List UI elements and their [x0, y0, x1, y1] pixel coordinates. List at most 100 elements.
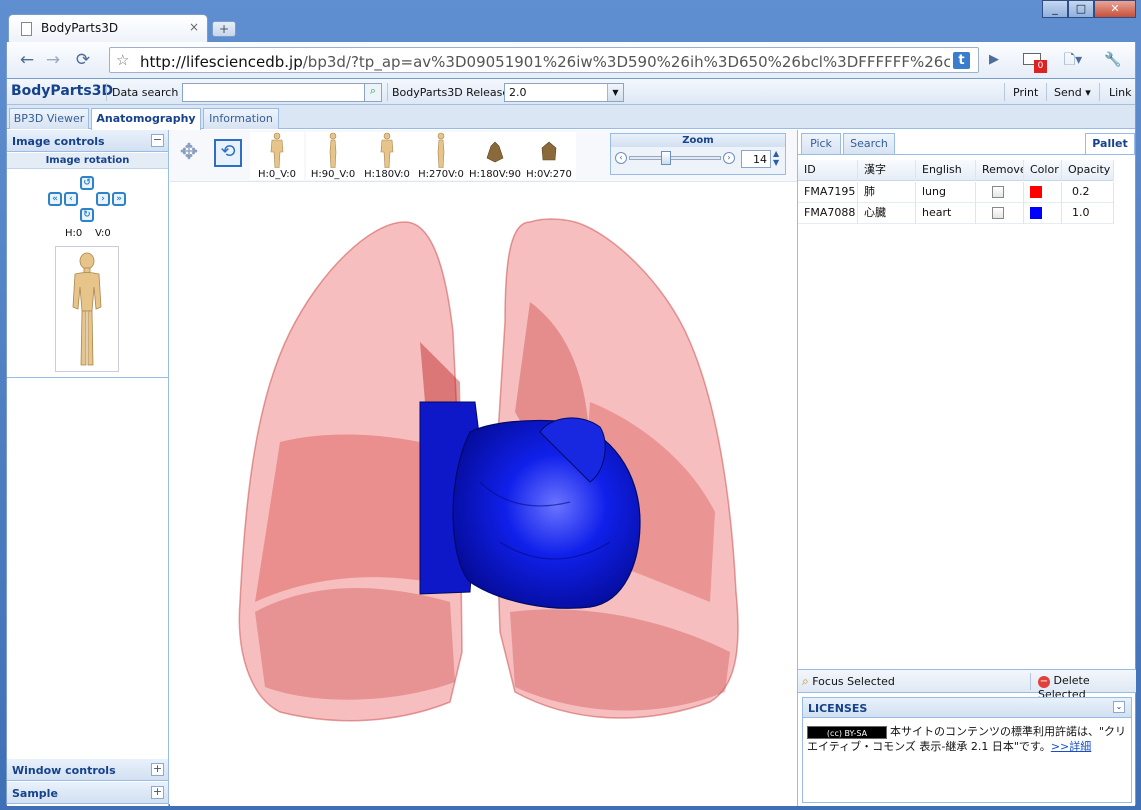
magnifier-icon: ⌕ — [802, 674, 809, 688]
cell-remove — [976, 203, 1024, 224]
address-bar[interactable]: ☆ http://lifesciencedb.jp/bp3d/?tp_ap=av… — [109, 47, 979, 73]
focus-selected-label: Focus Selected — [812, 675, 895, 688]
tab-pallet[interactable]: Pallet — [1085, 133, 1135, 154]
browser-toolbar: ← → ⟳ ☆ http://lifesciencedb.jp/bp3d/?tp… — [6, 42, 1136, 90]
remove-checkbox[interactable] — [992, 186, 1004, 198]
rotate-right-fast-button[interactable]: » — [112, 192, 126, 206]
divider — [106, 83, 107, 101]
browser-tab[interactable]: BodyParts3D × — [8, 14, 208, 42]
tab-search[interactable]: Search — [843, 133, 895, 154]
color-swatch[interactable] — [1030, 207, 1042, 219]
rotate-left-button[interactable]: ‹ — [64, 192, 78, 206]
search-input[interactable] — [182, 83, 368, 102]
wrench-menu-icon[interactable]: 🔧▾ — [1101, 49, 1125, 90]
divider — [7, 377, 168, 378]
license-detail-link[interactable]: >>詳細 — [1051, 740, 1091, 753]
forward-arrow-icon[interactable]: → — [41, 49, 65, 71]
zoom-spinner-icon[interactable]: ▲ ▼ — [773, 149, 779, 167]
grid-header: ID 漢字 English Remove Color Opacity — [798, 160, 1114, 181]
rotate-left-fast-button[interactable]: « — [48, 192, 62, 206]
chevron-double-down-icon[interactable]: ⌄ — [1113, 701, 1125, 713]
collapse-button[interactable]: − — [151, 134, 164, 147]
color-swatch[interactable] — [1030, 186, 1042, 198]
extension-t-icon[interactable]: t — [953, 52, 970, 69]
image-controls-header[interactable]: Image controls − — [7, 130, 168, 152]
view-right-thumb[interactable]: H:90_V:0 — [306, 132, 360, 180]
new-tab-button[interactable]: + — [212, 21, 236, 37]
tab-information[interactable]: Information — [203, 108, 279, 129]
back-arrow-icon[interactable]: ← — [15, 49, 39, 71]
move-arrows-icon[interactable]: ✥ — [176, 140, 202, 166]
view-top-thumb[interactable]: H:180V:90 — [468, 132, 522, 180]
reload-icon[interactable]: ⟳ — [71, 49, 95, 71]
left-panel: Image controls − Image rotation ↺ « ‹ › … — [7, 130, 169, 806]
license-text-block: (cc) BY-SA 本サイトのコンテンツの標準利用許諾は、"クリエイティブ・コモ… — [807, 724, 1129, 754]
col-color[interactable]: Color — [1024, 160, 1062, 181]
rotate-mode-icon[interactable]: ⟲ — [214, 139, 242, 167]
zoom-in-button[interactable]: › — [723, 152, 735, 164]
cc-license-badge[interactable]: (cc) BY-SA — [807, 725, 887, 739]
col-opacity[interactable]: Opacity — [1062, 160, 1114, 181]
view-bottom-thumb[interactable]: H:0V:270 — [522, 132, 576, 180]
search-label: Data search : — [112, 86, 186, 99]
rotate-right-button[interactable]: › — [96, 192, 110, 206]
zoom-value-field[interactable]: 14 — [741, 150, 771, 168]
focus-selected-button[interactable]: ⌕ Focus Selected — [802, 674, 895, 690]
send-button[interactable]: Send ▾ — [1054, 86, 1091, 99]
zoom-control: Zoom ‹ › 14 ▲ ▼ — [610, 133, 786, 175]
tab-pick[interactable]: Pick — [801, 133, 841, 154]
divider — [1004, 83, 1005, 101]
right-panel: Pick Search Pallet ID 漢字 English Remove … — [797, 130, 1136, 806]
print-button[interactable]: Print — [1013, 86, 1038, 99]
divider — [1099, 83, 1100, 101]
release-label: BodyParts3D Release : — [392, 86, 517, 99]
remove-checkbox[interactable] — [992, 207, 1004, 219]
release-value: 2.0 — [509, 86, 527, 99]
bookmark-star-icon[interactable]: ☆ — [116, 51, 129, 69]
search-icon[interactable]: ⌕ — [364, 83, 382, 102]
col-remove[interactable]: Remove — [976, 160, 1024, 181]
rotate-up-button[interactable]: ↺ — [80, 176, 94, 190]
col-english[interactable]: English — [916, 160, 976, 181]
expand-button[interactable]: + — [151, 763, 164, 776]
rotate-down-button[interactable]: ↻ — [80, 208, 94, 222]
go-play-icon[interactable]: ▶ — [982, 49, 1006, 71]
close-tab-icon[interactable]: × — [189, 20, 199, 34]
view-front-thumb[interactable]: H:0_V:0 — [250, 132, 304, 180]
zoom-slider-handle[interactable] — [660, 151, 671, 165]
close-window-button[interactable]: ✕ — [1094, 0, 1136, 18]
sample-header[interactable]: Sample + — [7, 782, 168, 804]
col-kanji[interactable]: 漢字 — [858, 160, 916, 181]
url-text[interactable]: http://lifesciencedb.jp/bp3d/?tp_ap=av%3… — [140, 53, 950, 71]
chevron-down-icon[interactable]: ▼ — [607, 84, 623, 101]
viewer-panel: ✥ ⟲ H:0_V:0 H:90_V:0 H:180V:0 H:270V:0 H… — [170, 130, 797, 806]
table-row[interactable]: FMA7195 肺 lung 0.2 — [798, 182, 1114, 203]
pallet-footer: ⌕ Focus Selected − Delete Selected — [798, 669, 1136, 701]
zoom-slider-track[interactable] — [629, 156, 721, 160]
link-button[interactable]: Link — [1109, 86, 1132, 99]
col-id[interactable]: ID — [798, 160, 858, 181]
minimize-button[interactable]: _ — [1042, 0, 1068, 18]
zoom-out-button[interactable]: ‹ — [615, 152, 627, 164]
cell-opacity[interactable]: 1.0 — [1062, 203, 1114, 224]
release-select[interactable]: 2.0 ▼ — [504, 83, 624, 102]
app-brand: BodyParts3D — [11, 83, 114, 99]
tab-bp3d-viewer[interactable]: BP3D Viewer — [9, 108, 89, 129]
cell-color — [1024, 203, 1062, 224]
cell-color — [1024, 182, 1062, 203]
page-menu-icon[interactable]: 🗋▾ — [1061, 49, 1085, 71]
tab-anatomography[interactable]: Anatomography — [91, 108, 201, 130]
view-back-thumb[interactable]: H:180V:0 — [360, 132, 414, 180]
anatomy-render[interactable] — [170, 182, 797, 806]
view-left-thumb[interactable]: H:270V:0 — [414, 132, 468, 180]
delete-selected-button[interactable]: − Delete Selected — [1038, 674, 1136, 701]
cell-remove — [976, 182, 1024, 203]
window-controls-header[interactable]: Window controls + — [7, 759, 168, 781]
expand-button[interactable]: + — [151, 786, 164, 799]
rotation-h-readout: H:0 — [65, 228, 83, 239]
licenses-panel: LICENSES ⌄ (cc) BY-SA 本サイトのコンテンツの標準利用許諾は、… — [802, 697, 1132, 803]
table-row[interactable]: FMA7088 心臓 heart 1.0 — [798, 203, 1114, 224]
divider — [1046, 83, 1047, 101]
maximize-button[interactable]: □ — [1068, 0, 1094, 18]
cell-opacity[interactable]: 0.2 — [1062, 182, 1114, 203]
